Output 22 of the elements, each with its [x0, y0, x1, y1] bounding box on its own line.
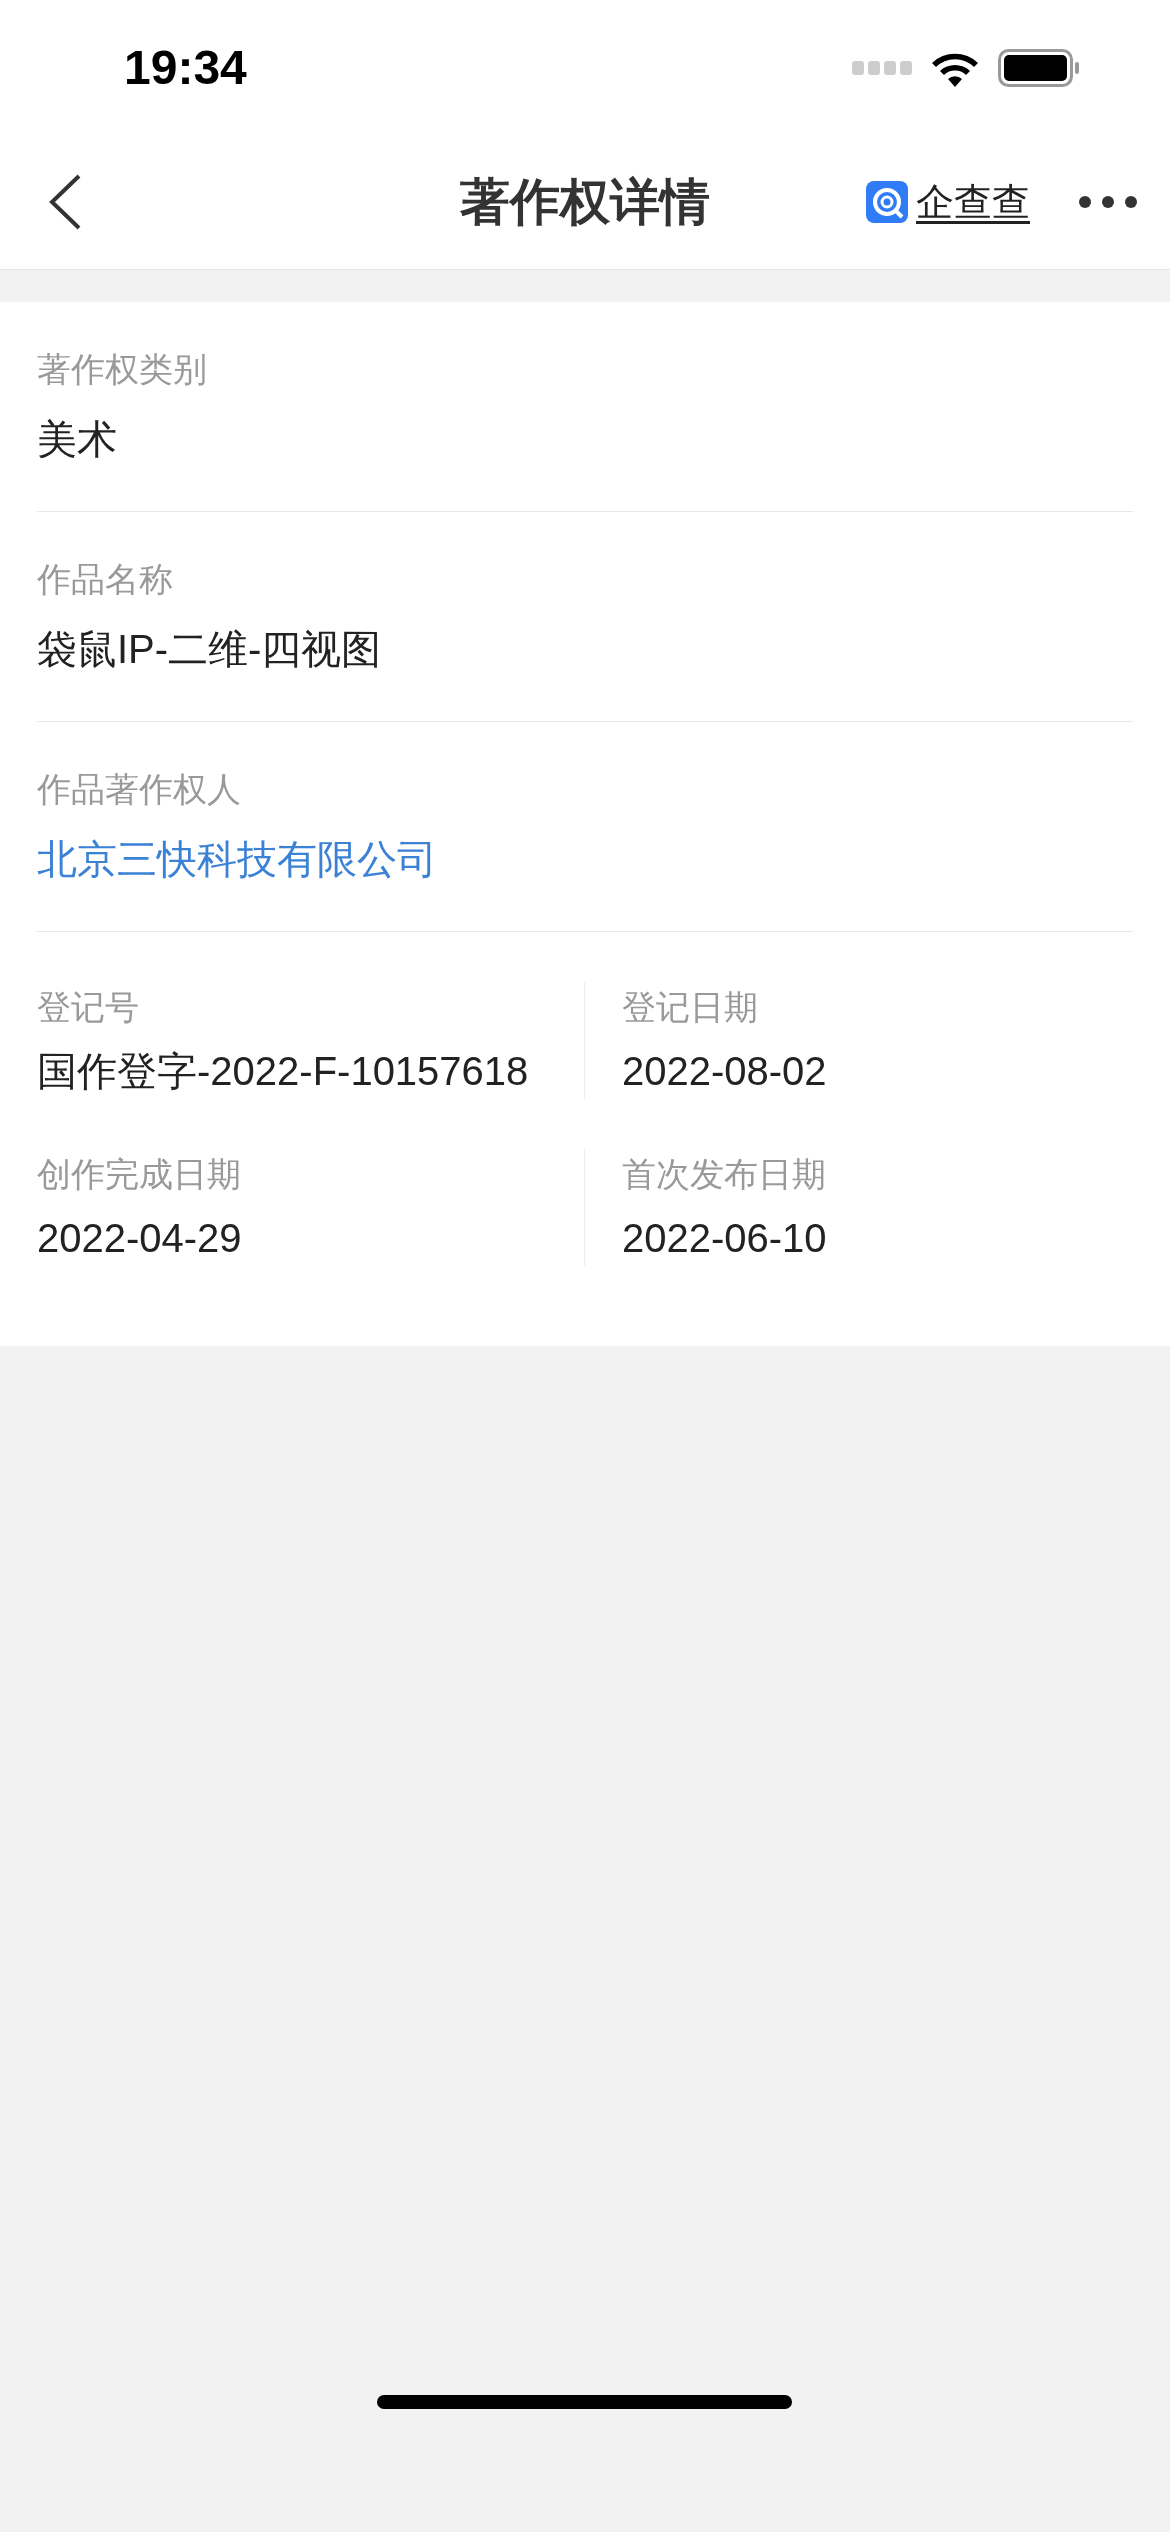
page-title: 著作权详情 — [460, 172, 710, 232]
field-value: 美术 — [37, 416, 118, 463]
field-label: 登记号 — [37, 987, 140, 1028]
back-icon[interactable] — [48, 174, 82, 230]
field-value: 2022-04-29 — [37, 1215, 243, 1262]
field-label: 首次发布日期 — [622, 1154, 827, 1195]
field-label: 登记日期 — [622, 987, 759, 1028]
company-link[interactable]: 北京三快科技有限公司 — [37, 829, 1133, 889]
field-label: 创作完成日期 — [37, 1154, 242, 1195]
signal-icon — [852, 60, 912, 75]
field-value: 袋鼠IP-二维-四视图 — [37, 626, 383, 673]
field-value: 国作登字-2022-F-10157618 — [37, 1048, 530, 1095]
field-label: 作品著作权人 — [37, 769, 242, 810]
more-icon[interactable] — [1078, 195, 1138, 209]
battery-icon — [998, 48, 1080, 87]
status-time: 19:34 — [123, 39, 247, 96]
field-value: 2022-08-02 — [622, 1048, 828, 1095]
brand-icon — [866, 181, 908, 223]
brand-logo[interactable]: 企查查 — [866, 173, 1030, 231]
field-label: 作品名称 — [37, 559, 174, 600]
field-value: 2022-06-10 — [622, 1215, 828, 1262]
field-label: 著作权类别 — [37, 349, 208, 390]
